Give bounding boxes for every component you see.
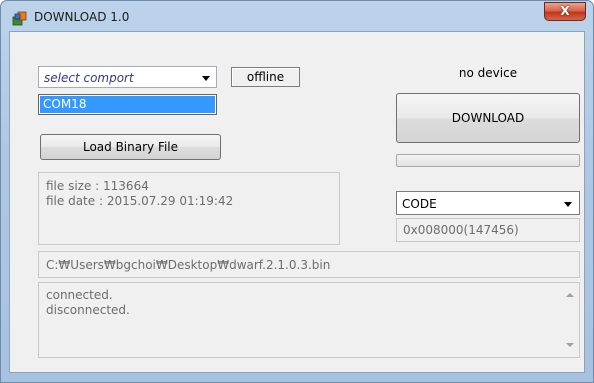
device-status: no device [458,66,518,80]
title-bar[interactable]: DOWNLOAD 1.0 X [1,1,593,33]
memory-region-value: CODE [402,197,437,211]
download-button[interactable]: DOWNLOAD [396,93,580,143]
address-text: 0x008000(147456) [403,223,519,237]
file-path-field: C:₩Users₩bgchoi₩Desktop₩dwarf.2.1.0.3.bi… [38,251,580,278]
app-icon [12,11,27,26]
address-box: 0x008000(147456) [396,218,580,242]
log-line: disconnected. [46,303,130,317]
download-button-label: DOWNLOAD [451,111,525,125]
comport-option-com18[interactable]: COM18 [40,96,215,113]
load-binary-file-button[interactable]: Load Binary File [40,134,221,160]
connection-status-box: offline [231,67,300,87]
chevron-down-icon [564,202,572,207]
scroll-up-icon[interactable] [566,293,574,297]
download-progress-bar [396,154,580,167]
comport-dropdown-list: COM18 [38,94,217,115]
main-panel: select comport COM18 offline no device D… [9,31,585,373]
connection-status-label: offline [246,70,285,84]
file-date-text: file date : 2015.07.29 01:19:42 [46,194,234,208]
scroll-down-icon[interactable] [566,343,574,347]
memory-region-select[interactable]: CODE [396,191,580,215]
file-info-box: file size : 113664 file date : 2015.07.2… [38,172,340,245]
log-line: connected. [46,288,113,302]
close-button[interactable]: X [544,2,586,21]
log-scrollbar[interactable] [561,283,579,357]
file-size-text: file size : 113664 [46,179,149,193]
comport-select-placeholder: select comport [44,71,134,85]
load-binary-file-button-label: Load Binary File [82,140,179,154]
comport-select[interactable]: select comport [38,66,217,88]
file-path-text: C:₩Users₩bgchoi₩Desktop₩dwarf.2.1.0.3.bi… [46,258,331,272]
log-box[interactable]: connected. disconnected. [38,282,580,358]
chevron-down-icon [202,76,210,81]
app-window: DOWNLOAD 1.0 X select comport COM18 offl… [0,0,594,383]
window-title: DOWNLOAD 1.0 [34,10,130,24]
close-icon: X [560,4,570,18]
